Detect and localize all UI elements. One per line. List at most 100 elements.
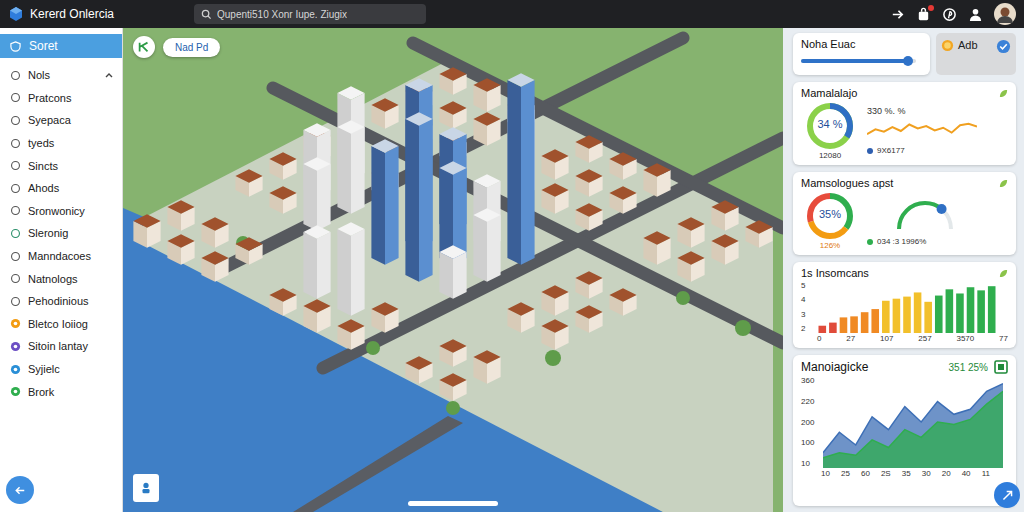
sidebar-item[interactable]: Natnologs <box>0 267 122 290</box>
sidebar-item[interactable]: Syjielc <box>0 358 122 381</box>
building[interactable] <box>609 186 636 214</box>
bar[interactable] <box>871 309 879 333</box>
sidebar-item[interactable]: Pratcons <box>0 87 122 110</box>
building[interactable] <box>473 112 500 146</box>
building[interactable] <box>507 302 534 333</box>
map-mode-button[interactable] <box>133 36 155 58</box>
bar[interactable] <box>829 323 837 333</box>
back-button[interactable] <box>6 476 34 504</box>
building[interactable] <box>201 217 228 248</box>
notifications[interactable] <box>916 7 931 22</box>
building[interactable] <box>711 200 738 231</box>
building[interactable] <box>439 245 466 299</box>
map-badge[interactable]: Nad Pd <box>163 38 220 57</box>
building[interactable] <box>269 288 296 316</box>
sidebar-item[interactable]: Bletco Ioiiog <box>0 313 122 336</box>
pin-icon[interactable] <box>942 7 957 22</box>
building[interactable] <box>337 222 364 316</box>
building[interactable] <box>371 302 398 333</box>
building[interactable] <box>541 149 568 180</box>
avatar-icon[interactable] <box>994 3 1016 25</box>
building[interactable] <box>269 152 296 180</box>
building[interactable] <box>575 169 602 197</box>
slider[interactable] <box>801 59 916 63</box>
bar[interactable] <box>840 317 848 333</box>
bar[interactable] <box>956 293 964 333</box>
sidebar-item[interactable]: Sleronig <box>0 222 122 245</box>
sidebar-item[interactable]: Ahods <box>0 177 122 200</box>
building[interactable] <box>371 139 398 265</box>
building[interactable] <box>677 217 704 248</box>
building[interactable] <box>541 183 568 214</box>
building[interactable] <box>643 163 670 197</box>
building[interactable] <box>575 271 602 299</box>
sidebar-item[interactable]: Nols <box>0 64 122 87</box>
building[interactable] <box>405 356 432 384</box>
bar[interactable] <box>935 296 943 333</box>
sidebar-item[interactable]: Sronwonicy <box>0 200 122 223</box>
bar[interactable] <box>977 290 985 333</box>
brand[interactable]: Kererd Onlercia <box>8 6 194 22</box>
building[interactable] <box>575 305 602 333</box>
sidebar-item[interactable]: tyeds <box>0 132 122 155</box>
building[interactable] <box>711 234 738 265</box>
city-view[interactable]: Nad Pd <box>123 28 783 512</box>
bar[interactable] <box>893 299 901 333</box>
sidebar-item[interactable]: Syepaca <box>0 109 122 132</box>
building[interactable] <box>439 101 466 129</box>
building[interactable] <box>541 319 568 350</box>
slider-knob[interactable] <box>903 56 913 66</box>
building[interactable] <box>439 339 466 367</box>
sidebar-item[interactable]: Pehodinious <box>0 290 122 313</box>
sidebar-item[interactable]: Brork <box>0 380 122 403</box>
building[interactable] <box>167 234 194 265</box>
building[interactable] <box>337 120 364 214</box>
action-button[interactable] <box>994 482 1020 508</box>
bar[interactable] <box>988 286 996 333</box>
building[interactable] <box>235 237 262 265</box>
sidebar-item[interactable]: Manndacoes <box>0 245 122 268</box>
building[interactable] <box>473 78 500 112</box>
bar[interactable] <box>924 302 932 333</box>
bar[interactable] <box>861 312 869 333</box>
building[interactable] <box>439 373 466 401</box>
bar[interactable] <box>903 297 911 333</box>
bar[interactable] <box>850 316 858 333</box>
bar[interactable] <box>967 287 975 333</box>
building[interactable] <box>575 135 602 163</box>
building[interactable] <box>303 157 330 231</box>
building[interactable] <box>405 112 432 282</box>
sidebar-item[interactable]: Sitoin lantay <box>0 335 122 358</box>
share-icon[interactable] <box>890 7 905 22</box>
user-icon[interactable] <box>968 7 983 22</box>
building[interactable] <box>269 186 296 214</box>
city-map[interactable] <box>123 28 783 512</box>
panel-icon[interactable] <box>994 360 1008 374</box>
building[interactable] <box>439 161 466 265</box>
building[interactable] <box>303 225 330 299</box>
building[interactable] <box>439 67 466 95</box>
action-card[interactable]: Adb <box>936 33 1016 75</box>
map-scrollbar[interactable] <box>408 501 498 506</box>
building[interactable] <box>303 299 330 333</box>
bar[interactable] <box>819 326 827 333</box>
map-info-button[interactable] <box>133 474 159 502</box>
building[interactable] <box>575 203 602 231</box>
building[interactable] <box>507 73 534 265</box>
building[interactable] <box>473 350 500 384</box>
building[interactable] <box>167 200 194 231</box>
building[interactable] <box>133 214 160 248</box>
building[interactable] <box>609 288 636 316</box>
building[interactable] <box>337 319 364 350</box>
building[interactable] <box>473 208 500 282</box>
building[interactable] <box>677 251 704 282</box>
building[interactable] <box>643 231 670 265</box>
building[interactable] <box>201 251 228 282</box>
sidebar-header[interactable]: Soret <box>0 34 122 58</box>
bar[interactable] <box>914 292 922 333</box>
bar[interactable] <box>946 289 954 333</box>
building[interactable] <box>371 98 398 129</box>
bar[interactable] <box>882 301 890 333</box>
building[interactable] <box>745 220 772 248</box>
search-field[interactable]: Qupenti510 Xonr Iupe. Ziugix <box>194 4 426 24</box>
